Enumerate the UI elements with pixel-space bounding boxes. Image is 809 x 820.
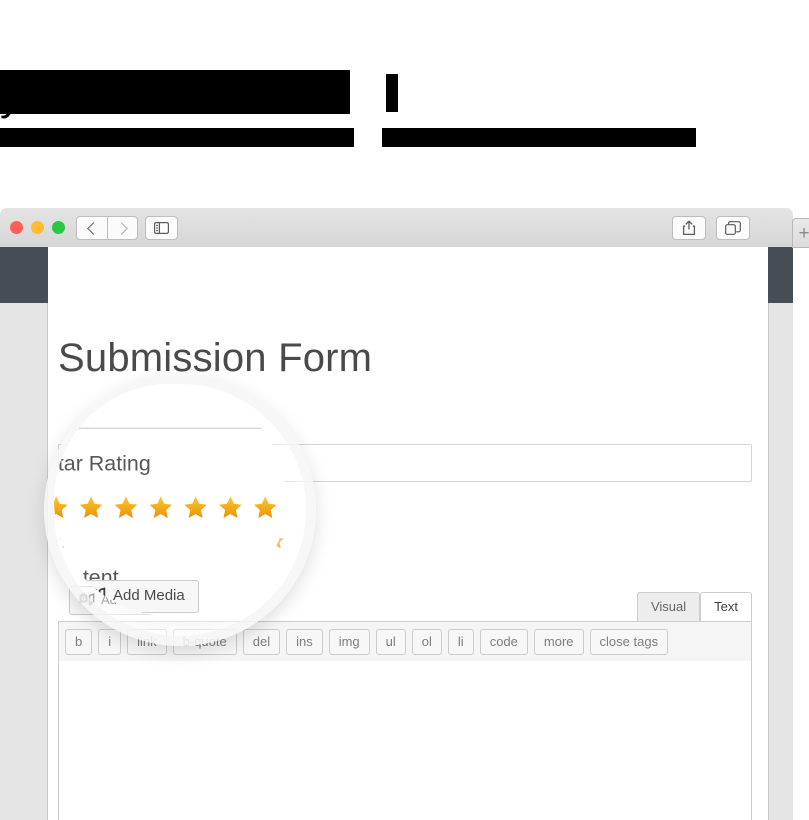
editor-mode-tabs: Visual Text (636, 592, 752, 622)
share-icon (682, 220, 696, 236)
redacted-page-header: у Ь s, m ... n. (0, 0, 809, 175)
quicktag-img[interactable]: img (328, 629, 370, 655)
quicktag-more[interactable]: more (533, 629, 584, 655)
show-tabs-button[interactable] (716, 216, 750, 240)
browser-toolbar-right (672, 216, 750, 240)
wp-admin-sidebar-left (0, 303, 48, 820)
star-icon[interactable] (110, 531, 129, 550)
form-content-area: Submission Form Title Star Rating Conten… (49, 247, 768, 820)
wp-admin-bar-right (768, 247, 793, 303)
page-title: Submission Form (58, 336, 373, 380)
show-tabs-icon (725, 221, 741, 235)
star-icon[interactable] (58, 531, 77, 550)
quicktag-close-tags[interactable]: close tags (589, 629, 669, 655)
star-icon[interactable] (214, 531, 233, 550)
add-media-label: Add Media (101, 592, 164, 607)
add-media-button[interactable]: Add Media (69, 586, 176, 615)
star-icon[interactable] (266, 531, 285, 550)
tab-visual[interactable]: Visual (636, 592, 701, 622)
maximize-window-button[interactable] (52, 221, 65, 234)
quicktag-del[interactable]: del (242, 629, 281, 655)
share-button[interactable] (672, 216, 706, 240)
sidebar-toggle-button[interactable] (145, 216, 178, 240)
quicktag-ins[interactable]: ins (286, 629, 323, 655)
chevron-right-icon (114, 221, 128, 235)
redaction-bar-subtitle-right (382, 128, 696, 147)
forward-button[interactable] (107, 216, 138, 240)
quicktag-row: b i link b-quote del ins img ul ol li co… (65, 629, 745, 655)
quicktag-link[interactable]: link (127, 629, 167, 655)
minimize-window-button[interactable] (31, 221, 44, 234)
browser-window: Submission Form Title Star Rating Conten… (0, 208, 809, 820)
wp-admin-sidebar-right (768, 303, 793, 820)
star-icon[interactable] (240, 531, 259, 550)
quicktag-ul[interactable]: ul (375, 629, 406, 655)
quicktag-ol[interactable]: ol (411, 629, 442, 655)
tab-text[interactable]: Text (700, 592, 752, 622)
window-controls (10, 221, 65, 234)
redaction-bar-title-right (386, 74, 398, 112)
content-textarea[interactable] (58, 661, 752, 820)
back-button[interactable] (76, 216, 107, 240)
wp-admin-bar-left (0, 247, 48, 303)
star-rating-input[interactable] (58, 531, 285, 550)
editor-toolbar: Add Media b i link b-quote del ins img u… (58, 586, 752, 663)
quicktag-li[interactable]: li (447, 629, 474, 655)
add-media-icon (79, 592, 95, 605)
quicktag-code[interactable]: code (479, 629, 528, 655)
browser-titlebar (0, 208, 793, 248)
chevron-left-icon (87, 221, 100, 235)
navigation-buttons (76, 216, 138, 240)
quicktag-b-quote[interactable]: b-quote (172, 629, 237, 655)
star-icon[interactable] (84, 531, 103, 550)
star-icon[interactable] (188, 531, 207, 550)
redaction-bar-title-left (0, 70, 350, 114)
new-tab-button[interactable]: + (792, 218, 809, 248)
page-viewport: Submission Form Title Star Rating Conten… (0, 247, 793, 820)
sidebar-toggle-icon (154, 222, 169, 234)
quicktag-b[interactable]: b (65, 629, 93, 655)
title-input[interactable] (58, 444, 752, 482)
close-window-button[interactable] (10, 221, 23, 234)
star-icon[interactable] (136, 531, 155, 550)
redaction-bar-subtitle-left (0, 128, 354, 147)
star-icon[interactable] (162, 531, 181, 550)
quicktag-i[interactable]: i (98, 629, 122, 655)
